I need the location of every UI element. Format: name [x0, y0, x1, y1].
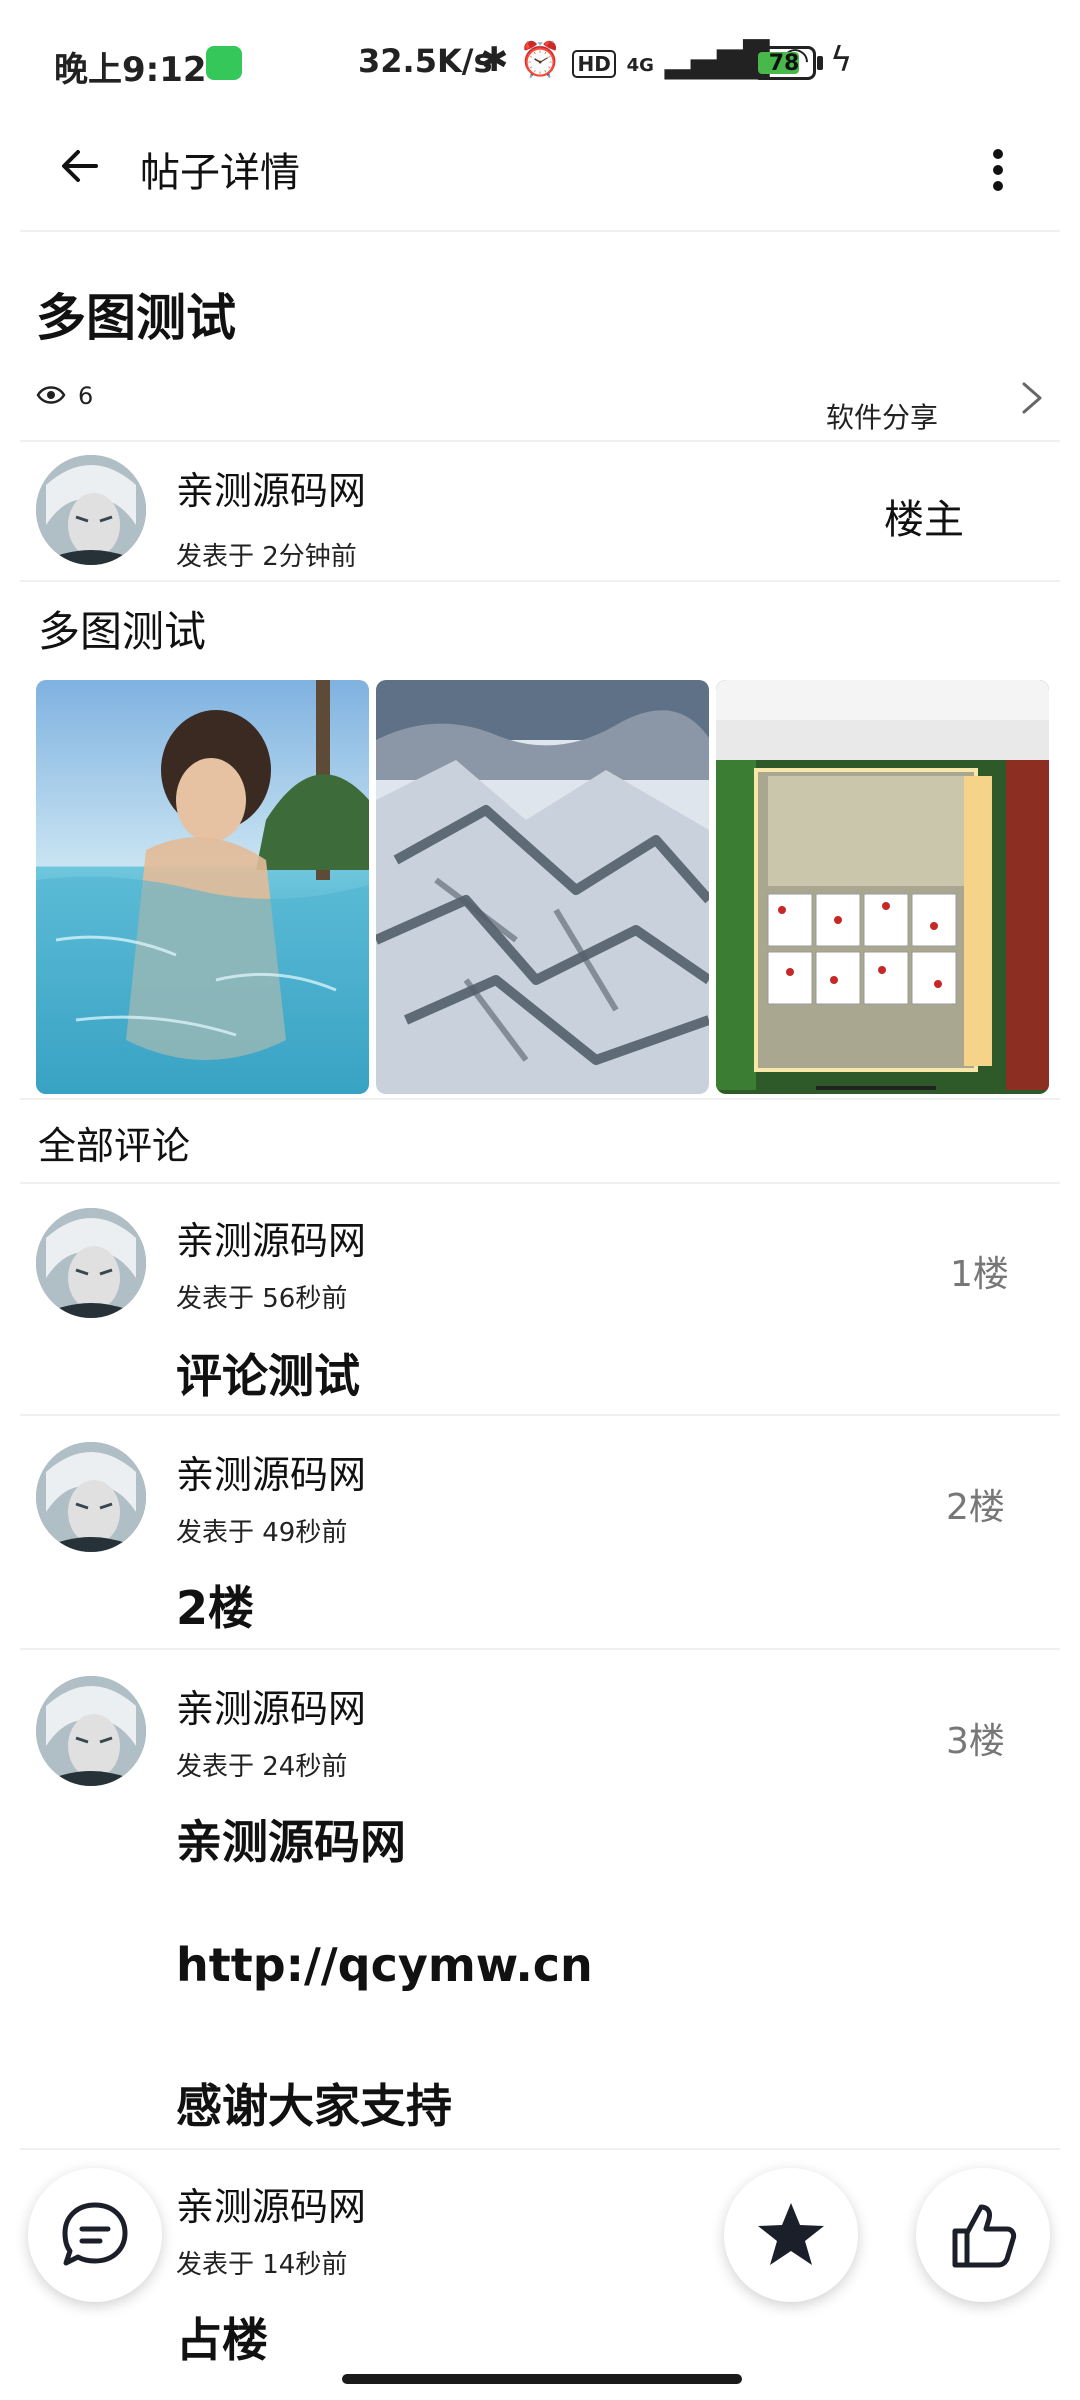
author-name[interactable]: 亲测源码网: [176, 460, 366, 515]
divider: [20, 1182, 1060, 1184]
avatar[interactable]: [36, 455, 146, 565]
owner-badge: 楼主: [884, 497, 964, 543]
divider: [20, 580, 1060, 582]
comment-author[interactable]: 亲测源码网: [176, 2176, 366, 2231]
avatar[interactable]: [36, 1208, 146, 1318]
bluetooth-icon: ✱: [480, 40, 509, 80]
comment-time: 发表于 49秒前: [176, 1518, 348, 1548]
divider: [20, 1098, 1060, 1100]
comment-time: 发表于 14秒前: [176, 2250, 348, 2280]
comment-text: 评论测试: [176, 1349, 360, 1403]
battery-cap: [817, 56, 823, 70]
comment-text-link[interactable]: http://qcymw.cn: [176, 1938, 593, 1992]
floor-label: 1楼: [950, 1254, 1009, 1295]
notification-app-icon: [206, 46, 242, 80]
back-button[interactable]: [50, 136, 110, 196]
post-body: 多图测试: [38, 607, 207, 656]
battery-icon: 78: [752, 46, 816, 80]
post-image[interactable]: [716, 680, 1049, 1094]
comment-time: 发表于 24秒前: [176, 1752, 348, 1782]
page-title: 帖子详情: [140, 150, 300, 196]
view-count: 6: [78, 382, 94, 410]
avatar[interactable]: [36, 1676, 146, 1786]
network-speed: 32.5K/s: [358, 42, 493, 80]
thumb-up-icon: [952, 2204, 1017, 2268]
hd-icon: HD: [572, 50, 616, 78]
arrow-left-icon: [62, 150, 98, 182]
comment-text-line: 亲测源码网: [176, 1815, 406, 1869]
eye-icon: [36, 383, 66, 411]
network-type: 4G: [626, 55, 654, 76]
post-title: 多图测试: [36, 289, 236, 347]
more-vertical-icon: [993, 149, 1003, 191]
like-button[interactable]: [916, 2168, 1050, 2302]
comment-icon: [62, 2202, 128, 2266]
comment-author[interactable]: 亲测源码网: [176, 1210, 366, 1265]
post-image[interactable]: [376, 680, 709, 1094]
category-label[interactable]: 软件分享: [826, 396, 938, 436]
favorite-button[interactable]: [724, 2168, 858, 2302]
divider: [20, 440, 1060, 442]
status-bar: 晚上9:12 32.5K/s ✱ ⏰ HD 4G ▂▄▆█ ◠ 78 ϟ: [0, 0, 1080, 130]
comment-button[interactable]: [28, 2168, 162, 2302]
avatar[interactable]: [36, 1442, 146, 1552]
comment-author[interactable]: 亲测源码网: [176, 1444, 366, 1499]
status-time: 晚上9:12: [54, 50, 207, 90]
comment-text: 2楼: [176, 1581, 255, 1635]
more-button[interactable]: [968, 140, 1028, 200]
divider: [20, 230, 1060, 232]
comment-time: 发表于 56秒前: [176, 1284, 348, 1314]
star-icon: [758, 2203, 824, 2265]
chevron-right-icon[interactable]: [1014, 376, 1050, 424]
charging-icon: ϟ: [830, 40, 853, 80]
floor-label: 3楼: [946, 1721, 1005, 1762]
comments-header: 全部评论: [38, 1124, 191, 1168]
comment-author[interactable]: 亲测源码网: [176, 1678, 366, 1733]
divider: [20, 2148, 1060, 2150]
comment-text-line: 感谢大家支持: [176, 2079, 452, 2133]
home-indicator[interactable]: [342, 2374, 742, 2384]
post-time: 发表于 2分钟前: [176, 542, 357, 572]
divider: [20, 1414, 1060, 1416]
comment-text: 占楼: [176, 2313, 268, 2367]
post-image[interactable]: [36, 680, 369, 1094]
alarm-icon: ⏰: [519, 40, 562, 80]
battery-level: 78: [768, 51, 800, 76]
floor-label: 2楼: [946, 1487, 1005, 1528]
divider: [20, 1648, 1060, 1650]
